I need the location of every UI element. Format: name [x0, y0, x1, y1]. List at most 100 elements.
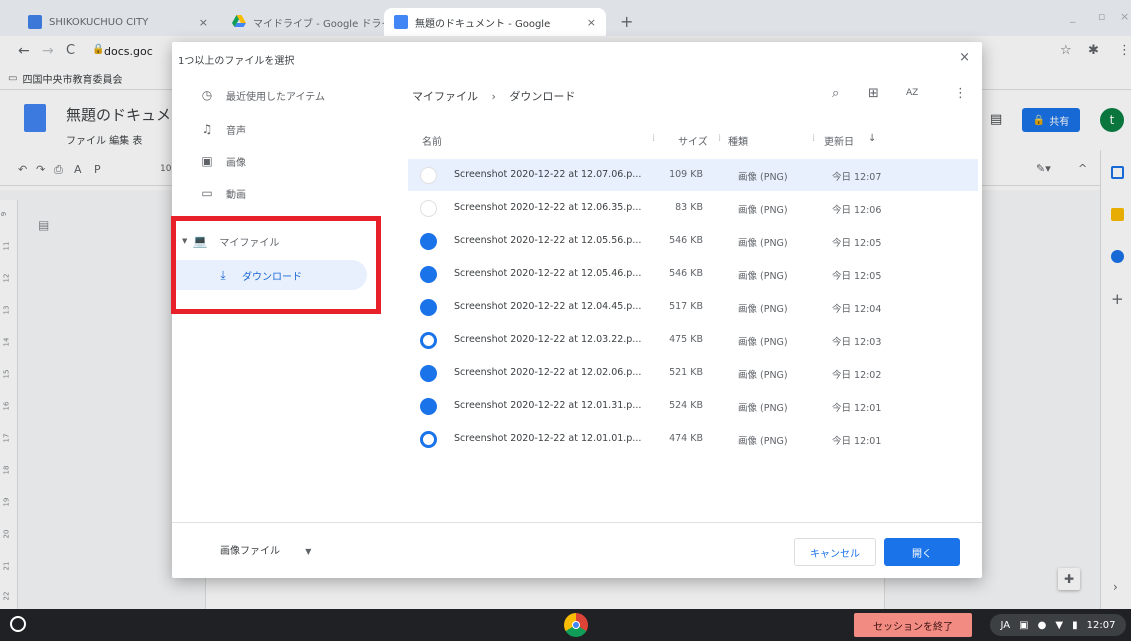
launcher-icon[interactable] [10, 616, 26, 632]
wifi-icon: ▼ [1055, 619, 1064, 631]
screen-capture-icon: ▣ [1019, 619, 1029, 631]
dropdown-arrow-icon: ▼ [305, 547, 312, 556]
file-type: 画像 (PNG) [738, 337, 788, 348]
notification-icon: ● [1037, 619, 1047, 631]
file-row[interactable]: Screenshot 2020-12-22 at 12.05.56.p... 5… [408, 225, 978, 257]
open-button[interactable]: 開く [884, 538, 960, 566]
column-header-size[interactable]: サイズ [678, 133, 708, 148]
sort-down-icon[interactable]: ↓ [868, 133, 876, 144]
chevron-right-icon: › [491, 90, 496, 103]
file-date: 今日 12:05 [832, 271, 882, 282]
breadcrumb-item[interactable]: マイファイル [412, 90, 478, 103]
minimize-icon[interactable]: _ [1070, 10, 1076, 23]
close-window-icon[interactable]: × [1120, 10, 1129, 23]
headphones-icon: ♫ [201, 122, 213, 136]
png-file-icon [420, 365, 437, 382]
nav-label: 音声 [226, 125, 246, 137]
file-type: 画像 (PNG) [738, 304, 788, 315]
png-file-icon [420, 233, 437, 250]
end-session-button[interactable]: セッションを終了 [854, 613, 972, 637]
close-icon[interactable]: × [959, 50, 970, 65]
tab-label: マイドライブ - Google ドライ [253, 18, 392, 30]
new-tab-button[interactable]: + [620, 12, 633, 31]
column-header-type[interactable]: 種類 [728, 133, 748, 148]
file-date: 今日 12:03 [832, 337, 882, 348]
file-type: 画像 (PNG) [738, 370, 788, 381]
highlight-box [171, 216, 381, 314]
file-row[interactable]: Screenshot 2020-12-22 at 12.03.22.p... 4… [408, 324, 978, 356]
tab-shikokuchuo-city[interactable]: SHIKOKUCHUO CITY × [18, 8, 218, 36]
close-tab-icon[interactable]: × [191, 16, 208, 29]
file-name: Screenshot 2020-12-22 at 12.02.06.p... [454, 367, 642, 378]
file-row[interactable]: Screenshot 2020-12-22 at 12.01.31.p... 5… [408, 390, 978, 422]
file-name: Screenshot 2020-12-22 at 12.05.46.p... [454, 268, 642, 279]
tab-docs[interactable]: 無題のドキュメント - Google × [384, 8, 606, 36]
image-icon: ▣ [201, 154, 213, 168]
png-file-icon [420, 431, 437, 448]
file-date: 今日 12:01 [832, 403, 882, 414]
file-type-select[interactable]: 画像ファイル ▼ [220, 542, 311, 557]
png-file-icon [420, 167, 437, 184]
file-name: Screenshot 2020-12-22 at 12.01.31.p... [454, 400, 642, 411]
png-file-icon [420, 398, 437, 415]
file-row[interactable]: Screenshot 2020-12-22 at 12.04.45.p... 5… [408, 291, 978, 323]
clock-icon: ◷ [201, 88, 213, 102]
more-options-icon[interactable]: ⋮ [954, 86, 967, 101]
file-name: Screenshot 2020-12-22 at 12.05.56.p... [454, 235, 642, 246]
column-divider: ⁞ [718, 133, 722, 144]
chrome-icon-center [572, 621, 580, 629]
file-size: 83 KB [675, 202, 703, 213]
column-header-name[interactable]: 名前 [422, 133, 442, 148]
nav-label: 動画 [226, 189, 246, 201]
tab-label: SHIKOKUCHUO CITY [49, 16, 149, 28]
file-size: 475 KB [669, 334, 703, 345]
maximize-icon[interactable]: ▫ [1098, 10, 1105, 23]
file-size: 546 KB [669, 268, 703, 279]
breadcrumb-item[interactable]: ダウンロード [509, 90, 575, 103]
file-type: 画像 (PNG) [738, 205, 788, 216]
close-tab-icon[interactable]: × [579, 16, 596, 29]
file-type: 画像 (PNG) [738, 172, 788, 183]
column-divider: ⁞ [652, 133, 656, 144]
tab-label: 無題のドキュメント - Google [415, 18, 551, 30]
divider [172, 522, 982, 523]
drive-icon [232, 15, 246, 29]
file-date: 今日 12:07 [832, 172, 882, 183]
nav-audio[interactable]: ♫ 音声 [172, 114, 372, 144]
grid-view-icon[interactable]: ⊞ [868, 86, 879, 101]
file-size: 109 KB [669, 169, 703, 180]
tab-my-drive[interactable]: マイドライブ - Google ドライ × [222, 8, 400, 36]
png-file-icon [420, 332, 437, 349]
breadcrumb: マイファイル › ダウンロード [412, 88, 575, 104]
file-size: 524 KB [669, 400, 703, 411]
file-size: 517 KB [669, 301, 703, 312]
battery-icon: ▮ [1072, 619, 1078, 631]
file-date: 今日 12:02 [832, 370, 882, 381]
sheet-icon [28, 15, 42, 29]
file-name: Screenshot 2020-12-22 at 12.04.45.p... [454, 301, 642, 312]
file-name: Screenshot 2020-12-22 at 12.06.35.p... [454, 202, 642, 213]
nav-images[interactable]: ▣ 画像 [172, 146, 372, 176]
file-row[interactable]: Screenshot 2020-12-22 at 12.07.06.p... 1… [408, 159, 978, 191]
dialog-title: 1つ以上のファイルを選択 [178, 56, 295, 67]
nav-label: 画像 [226, 157, 246, 169]
png-file-icon [420, 266, 437, 283]
status-tray[interactable]: JA ▣ ● ▼ ▮ 12:07 [990, 614, 1126, 636]
nav-label: 最近使用したアイテム [226, 91, 325, 103]
file-row[interactable]: Screenshot 2020-12-22 at 12.02.06.p... 5… [408, 357, 978, 389]
nav-videos[interactable]: ▭ 動画 [172, 178, 372, 208]
file-type: 画像 (PNG) [738, 271, 788, 282]
file-row[interactable]: Screenshot 2020-12-22 at 12.06.35.p... 8… [408, 192, 978, 224]
ime-indicator: JA [1000, 619, 1011, 631]
sort-icon[interactable]: AZ [906, 88, 918, 98]
file-name: Screenshot 2020-12-22 at 12.03.22.p... [454, 334, 642, 345]
file-row[interactable]: Screenshot 2020-12-22 at 12.01.01.p... 4… [408, 423, 978, 455]
file-row[interactable]: Screenshot 2020-12-22 at 12.05.46.p... 5… [408, 258, 978, 290]
cancel-button[interactable]: キャンセル [794, 538, 876, 566]
png-file-icon [420, 200, 437, 217]
search-icon[interactable]: ⌕ [832, 86, 839, 101]
nav-recent[interactable]: ◷ 最近使用したアイテム [172, 80, 372, 110]
png-file-icon [420, 299, 437, 316]
column-header-modified[interactable]: 更新日 [824, 133, 854, 148]
file-date: 今日 12:01 [832, 436, 882, 447]
